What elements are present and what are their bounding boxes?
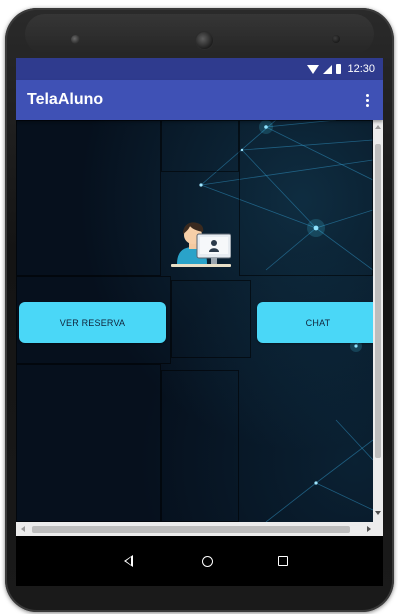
- battery-icon: [336, 64, 342, 74]
- navigation-bar: [16, 536, 383, 586]
- main-content: VER RESERVA CHAT: [16, 120, 373, 522]
- status-icons: [307, 64, 342, 74]
- ver-reserva-button[interactable]: VER RESERVA: [19, 302, 166, 343]
- vertical-scroll-thumb[interactable]: [375, 144, 381, 458]
- back-button[interactable]: [117, 550, 139, 572]
- layout-cell: [171, 280, 251, 358]
- vertical-scrollbar[interactable]: [373, 120, 383, 522]
- more-vert-icon[interactable]: [362, 88, 373, 113]
- app-title: TelaAluno: [27, 91, 104, 108]
- sensor-icon: [332, 35, 340, 43]
- menu-dot: [366, 98, 369, 102]
- scroll-up-arrow-icon[interactable]: [375, 125, 381, 129]
- status-time: 12:30: [347, 63, 375, 75]
- layout-cell: [161, 370, 239, 522]
- front-camera-icon: [196, 32, 213, 49]
- chat-button[interactable]: CHAT: [257, 302, 373, 343]
- back-icon: [123, 555, 133, 567]
- status-bar: 12:30: [16, 58, 383, 80]
- scroll-down-arrow-icon[interactable]: [375, 511, 381, 515]
- layout-cell: [239, 120, 373, 276]
- layout-cell: [16, 120, 161, 276]
- menu-dot: [366, 93, 369, 97]
- layout-cell: [161, 120, 239, 172]
- signal-icon: [323, 64, 333, 74]
- horizontal-scroll-thumb[interactable]: [32, 526, 350, 533]
- menu-dot: [366, 103, 369, 107]
- app-screen: 12:30 TelaAluno VER RESERVA CHAT: [16, 58, 383, 586]
- recent-apps-icon: [278, 556, 288, 566]
- student-at-computer-icon: [171, 222, 231, 267]
- layout-cell: [16, 364, 161, 522]
- speaker-icon: [71, 35, 80, 44]
- wifi-icon: [307, 64, 320, 74]
- home-icon: [201, 555, 213, 567]
- scroll-right-arrow-icon[interactable]: [367, 526, 371, 532]
- home-button[interactable]: [196, 550, 218, 572]
- horizontal-scrollbar[interactable]: [16, 522, 383, 536]
- recent-apps-button[interactable]: [272, 550, 294, 572]
- scroll-left-arrow-icon[interactable]: [21, 526, 25, 532]
- app-bar: TelaAluno: [16, 80, 383, 120]
